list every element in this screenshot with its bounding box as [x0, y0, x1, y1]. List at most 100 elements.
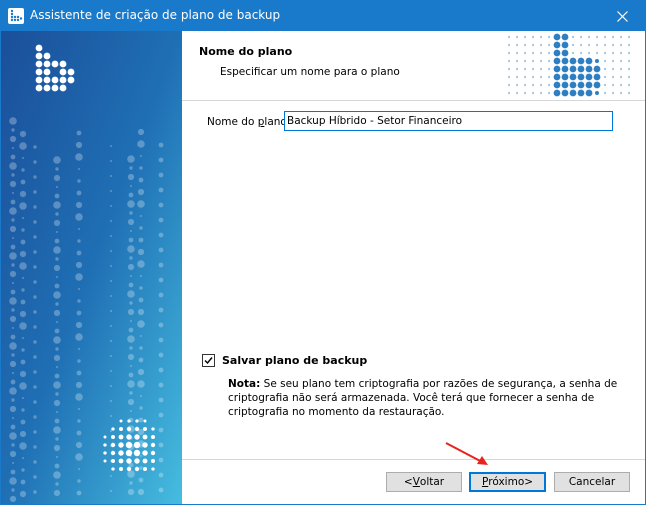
- decor-dot: [55, 347, 59, 351]
- decor-dot: [127, 488, 135, 496]
- decor-dot: [627, 51, 631, 55]
- plan-name-input[interactable]: [284, 111, 613, 131]
- decor-dot: [75, 453, 83, 461]
- decor-dot: [130, 410, 132, 412]
- decor-dot: [75, 333, 83, 341]
- page-subtitle: Especificar um nome para o plano: [220, 66, 400, 78]
- decor-dot: [515, 67, 519, 71]
- next-button[interactable]: Próximo>: [469, 472, 546, 492]
- decor-dot: [126, 466, 132, 472]
- decor-dot: [126, 458, 132, 464]
- decor-dot: [20, 299, 26, 305]
- decor-dot: [35, 60, 43, 68]
- cancel-button[interactable]: Cancelar: [554, 472, 630, 492]
- decor-dot: [67, 76, 75, 84]
- wizard-side-banner: [1, 31, 182, 504]
- decor-dot: [10, 154, 16, 160]
- decor-dot: [561, 41, 569, 49]
- decor-dot: [547, 51, 551, 55]
- decor-dot: [33, 400, 37, 404]
- decor-dot: [128, 282, 134, 288]
- decor-dot: [133, 441, 141, 449]
- decor-dot: [110, 295, 112, 297]
- decor-dot: [110, 160, 112, 162]
- decor-dot: [110, 250, 112, 252]
- decor-dot: [507, 83, 511, 87]
- decor-dot: [54, 193, 60, 199]
- decor-dot: [515, 51, 519, 55]
- decor-dot: [78, 288, 80, 290]
- decor-dot: [33, 475, 37, 479]
- decor-dot: [76, 190, 82, 196]
- decor-dot: [110, 205, 112, 207]
- back-button[interactable]: < Voltar: [386, 472, 462, 492]
- decor-dot: [561, 65, 569, 73]
- decor-dot: [56, 186, 58, 188]
- decor-dot: [110, 450, 116, 456]
- decor-dot: [76, 130, 82, 136]
- decor-dot: [539, 91, 543, 95]
- decor-dot: [130, 230, 132, 232]
- decor-dot: [59, 76, 67, 84]
- decor-dot: [158, 487, 164, 493]
- decor-dot: [53, 426, 61, 434]
- wizard-window: Assistente de criação de plano de backup…: [0, 0, 646, 505]
- decor-dot: [43, 76, 51, 84]
- close-button[interactable]: [599, 1, 645, 31]
- decor-dot: [523, 59, 527, 63]
- decor-dot: [110, 190, 112, 192]
- decor-dot: [22, 157, 24, 159]
- decor-dot: [110, 265, 112, 267]
- decor-dot: [55, 482, 59, 486]
- decor-dot: [547, 43, 551, 47]
- decor-dot: [56, 411, 58, 413]
- decor-dot: [611, 91, 615, 95]
- decor-dot: [577, 65, 585, 73]
- decor-dot: [75, 213, 83, 221]
- save-plan-checkbox[interactable]: [202, 354, 215, 367]
- decor-dot: [130, 185, 132, 187]
- decor-dot: [127, 353, 135, 361]
- decor-dot: [12, 237, 14, 239]
- decor-dot: [158, 187, 164, 193]
- decor-dot: [75, 141, 83, 149]
- footer-divider: [182, 459, 645, 460]
- decor-dot: [158, 247, 164, 253]
- decor-dot: [33, 310, 37, 314]
- decor-dot: [19, 130, 27, 138]
- decor-dot: [76, 490, 82, 496]
- decor-dot: [33, 205, 37, 209]
- decor-dot: [603, 43, 607, 47]
- decor-dot: [553, 81, 561, 89]
- decor-dot: [21, 228, 25, 232]
- decor-dot: [33, 280, 37, 284]
- decor-dot: [33, 265, 37, 269]
- decor-dot: [33, 220, 37, 224]
- decor-dot: [611, 67, 615, 71]
- decor-dot: [129, 256, 133, 260]
- decor-dot: [577, 57, 585, 65]
- decor-dot: [78, 348, 80, 350]
- decor-dot: [53, 309, 61, 317]
- decor-dot: [585, 57, 593, 65]
- decor-dot: [78, 168, 80, 170]
- decor-dot: [603, 75, 607, 79]
- decor-dot: [571, 51, 575, 55]
- decor-dot: [523, 43, 527, 47]
- annotation-arrow-icon: [445, 442, 488, 465]
- decor-dot: [515, 91, 519, 95]
- decor-dot: [127, 398, 135, 406]
- decor-dot: [130, 275, 132, 277]
- title-bar[interactable]: Assistente de criação de plano de backup: [1, 1, 645, 31]
- decor-dot: [53, 264, 61, 272]
- save-plan-label[interactable]: Salvar plano de backup: [222, 354, 367, 367]
- header-logo-icon: [507, 33, 631, 97]
- window-title: Assistente de criação de plano de backup: [30, 8, 281, 22]
- decor-dot: [143, 427, 147, 431]
- decor-dot: [19, 430, 27, 438]
- decor-dot: [59, 68, 67, 76]
- decor-dot: [585, 65, 593, 73]
- decor-dot: [129, 301, 133, 305]
- decor-dot: [137, 260, 145, 268]
- decor-dot: [110, 370, 112, 372]
